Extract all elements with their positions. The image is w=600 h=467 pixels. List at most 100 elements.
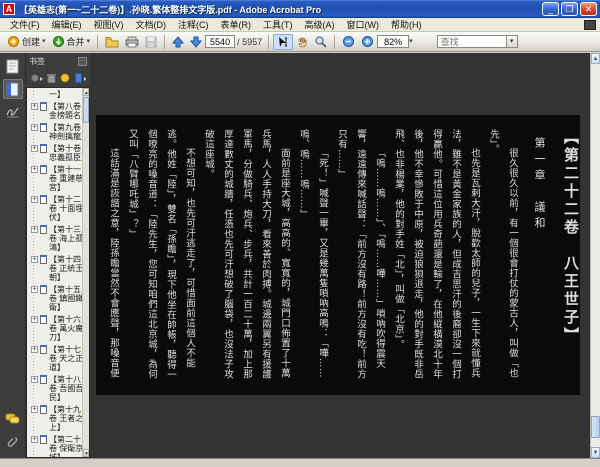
bookmark-item[interactable]: + 【第十九卷 王者之上】: [29, 405, 82, 432]
scroll-up-icon[interactable]: ▲: [591, 53, 600, 64]
create-pdf-button[interactable]: 创建 ▾: [4, 34, 49, 49]
menu-edit[interactable]: 编辑(E): [46, 18, 88, 31]
create-caret-icon: ▾: [42, 37, 46, 45]
scroll-down-icon[interactable]: ▼: [591, 447, 600, 458]
paragraph: 也先是瓦剌大汗，脫歡太師的兒子，一生下來就懂兵法，雖不是黃金家族的人，但成吉思汗…: [393, 129, 480, 379]
bookmark-item[interactable]: + 【第十三卷 海上孤鴻】: [29, 225, 82, 252]
paragraph: 不想可知，也先可汗逃走了，可惜面前這個人不能逃。他姓「陸」，雙名「孫瞻」，現下他…: [127, 129, 195, 380]
bookmark-item[interactable]: + 【第十四卷 正統王朝】: [29, 255, 82, 282]
menu-comments[interactable]: 注释(C): [172, 18, 215, 31]
open-button[interactable]: [102, 35, 122, 49]
next-page-button[interactable]: [187, 35, 205, 49]
bookmark-item[interactable]: + 【第十一卷 重建慈宮】: [29, 165, 82, 192]
bookmarks-panel-icon[interactable]: [2, 79, 23, 99]
minimize-button[interactable]: _: [542, 2, 559, 16]
scroll-up-icon[interactable]: ▲: [83, 88, 89, 96]
menu-file[interactable]: 文件(F): [4, 18, 46, 31]
scroll-down-icon[interactable]: ▼: [83, 449, 89, 457]
expander-icon[interactable]: +: [31, 376, 38, 383]
bookmark-item[interactable]: + 【第九卷 神劍擒龍】: [29, 123, 82, 141]
bookmark-page-icon: [40, 165, 47, 174]
expander-icon[interactable]: +: [31, 103, 38, 110]
combine-icon: [52, 36, 64, 47]
open-folder-icon: [105, 36, 119, 47]
close-button[interactable]: ✕: [580, 2, 597, 16]
bookmark-item[interactable]: + 【第八卷 金榜題名】: [29, 102, 82, 120]
delete-bookmark-icon[interactable]: [47, 73, 56, 83]
bookmark-item[interactable]: + 【第十八卷 吾國吾民】: [29, 375, 82, 402]
window-bottom-border: [0, 458, 600, 467]
expander-icon[interactable]: +: [31, 346, 38, 353]
menu-advanced[interactable]: 高级(A): [299, 18, 341, 31]
paragraph: 這話滿是詼諧之意，陸孫瞻當然不會應聲，那嗓音便: [108, 148, 119, 378]
expander-icon[interactable]: +: [31, 316, 38, 323]
bookmark-label: 【第九卷 神劍擒龍】: [49, 123, 82, 141]
menu-tools[interactable]: 工具(T): [257, 18, 299, 31]
expander-icon[interactable]: +: [31, 124, 38, 131]
expander-icon[interactable]: +: [31, 226, 38, 233]
bookmark-label: 【第十七卷 天之正道】: [49, 345, 82, 372]
hand-tool-button[interactable]: [293, 35, 311, 49]
paragraph: 「嗚……嗚……」、「嗚……嘩……」嗩吶吹得震天響，遠遠傳來喊話聲：「前方沒有路！…: [336, 129, 385, 379]
attachments-panel-icon[interactable]: [3, 432, 23, 452]
bookmark-options-icon[interactable]: [30, 73, 43, 83]
bookmark-label: 【第十五卷 鎮國鐵衛】: [49, 285, 82, 312]
expander-icon[interactable]: +: [31, 256, 38, 263]
find-input[interactable]: [436, 35, 507, 48]
menu-document[interactable]: 文档(D): [130, 18, 173, 31]
document-area[interactable]: 【第二十二卷 八王世子】 第一章 議和 很久很久以前，有一個很會打仗的蒙古人，叫…: [90, 53, 600, 458]
bookmark-item[interactable]: + 【第十六卷 萬火魔刀】: [29, 315, 82, 342]
menu-help[interactable]: 帮助(H): [385, 18, 428, 31]
document-scroll-thumb[interactable]: [591, 416, 600, 438]
expander-icon[interactable]: +: [31, 436, 38, 443]
menu-forms[interactable]: 表单(R): [215, 18, 258, 31]
select-tool-button[interactable]: [273, 33, 294, 50]
volume-title: 【第二十二卷 八王世子】: [562, 129, 580, 345]
bookmark-label: 【第八卷 金榜題名】: [49, 102, 82, 120]
bookmark-item[interactable]: + 【第十卷 忠義孤臣】: [29, 144, 82, 162]
main-toolbar: 创建 ▾ 合并 ▾ / 5957: [0, 32, 600, 52]
expander-icon[interactable]: +: [31, 145, 38, 152]
signatures-panel-icon[interactable]: [3, 102, 23, 122]
zoom-in-button[interactable]: [358, 34, 377, 49]
pages-panel-icon[interactable]: [3, 56, 23, 76]
comments-panel-icon[interactable]: [3, 409, 23, 429]
bookmark-item[interactable]: + 【第十五卷 鎮國鐵衛】: [29, 285, 82, 312]
bookmark-page-icon: [40, 345, 47, 354]
bookmarks-scroll-thumb[interactable]: [83, 97, 89, 123]
toolbar-separator: [164, 34, 166, 49]
bookmark-label: 【第十九卷 王者之上】: [49, 405, 82, 432]
zoom-level-input[interactable]: [377, 35, 410, 48]
menu-window[interactable]: 窗口(W): [341, 18, 386, 31]
restore-button[interactable]: ❐: [561, 2, 578, 16]
chapter-title: 第一章 議和: [533, 137, 546, 233]
paragraph: 面前是座大城，高高的、寬寬的，城門口佈置了十萬兵馬，人人手持大刀，看來善於肉搏。…: [203, 129, 290, 379]
panel-options-icon[interactable]: ·: [78, 56, 87, 66]
bookmark-item[interactable]: + 【第十二卷 十面埋伏】: [29, 195, 82, 222]
new-bookmark-icon[interactable]: [74, 73, 86, 83]
highlight-bookmark-icon[interactable]: [60, 73, 70, 83]
page-number-input[interactable]: [205, 35, 236, 48]
expander-icon[interactable]: +: [31, 286, 38, 293]
bookmark-label: 【第二十卷 保衛京城】: [49, 435, 82, 457]
bookmark-item[interactable]: + 【第十七卷 天之正道】: [29, 345, 82, 372]
print-button[interactable]: [122, 35, 142, 49]
child-window-restore-icon[interactable]: [584, 19, 596, 30]
combine-button[interactable]: 合并 ▾: [49, 34, 94, 49]
expander-icon[interactable]: +: [31, 406, 38, 413]
zoom-caret-icon[interactable]: ▾: [409, 38, 413, 46]
paragraph: 「死！」喊聲一畢，又是幾萬隻嗩吶高鳴：「嘩……嗚、嗚……嗚……」: [298, 129, 328, 378]
bookmarks-scrollbar[interactable]: ▲ ▼: [82, 88, 89, 457]
acrobat-app-icon: A: [3, 3, 15, 15]
document-scrollbar[interactable]: ▲ ▼: [590, 53, 600, 458]
bookmark-item[interactable]: 一】: [29, 90, 82, 99]
bookmark-item[interactable]: + 【第二十卷 保衛京城】: [29, 435, 82, 457]
menu-view[interactable]: 视图(V): [88, 18, 130, 31]
find-caret-icon[interactable]: ▾: [506, 35, 518, 48]
save-button[interactable]: [142, 35, 160, 49]
zoom-out-button[interactable]: [339, 34, 358, 49]
marquee-zoom-button[interactable]: [311, 34, 330, 49]
expander-icon[interactable]: +: [31, 196, 38, 203]
expander-icon[interactable]: +: [31, 166, 38, 173]
previous-page-button[interactable]: [169, 35, 187, 49]
